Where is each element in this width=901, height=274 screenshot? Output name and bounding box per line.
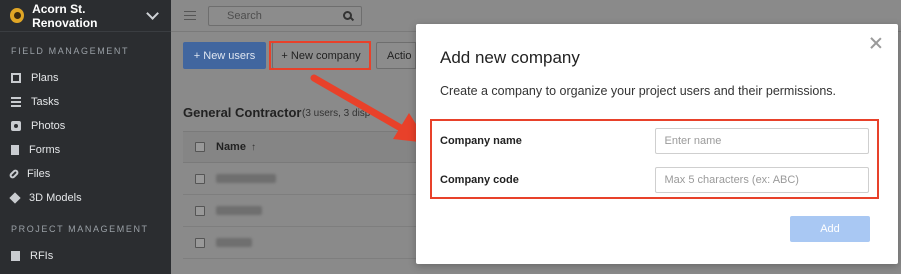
modal-title: Add new company: [440, 48, 580, 67]
company-name-row: Company name: [440, 125, 869, 157]
add-button[interactable]: Add: [790, 216, 870, 242]
company-name-input[interactable]: [655, 128, 869, 154]
company-form: Company name Company code: [430, 119, 879, 199]
add-company-modal: Add new company Create a company to orga…: [416, 24, 898, 264]
company-code-label: Company code: [440, 174, 519, 186]
company-name-label: Company name: [440, 135, 522, 147]
modal-description: Create a company to organize your projec…: [440, 84, 837, 98]
company-code-row: Company code: [440, 164, 869, 196]
company-code-input[interactable]: [655, 167, 869, 193]
close-icon[interactable]: [870, 37, 882, 49]
